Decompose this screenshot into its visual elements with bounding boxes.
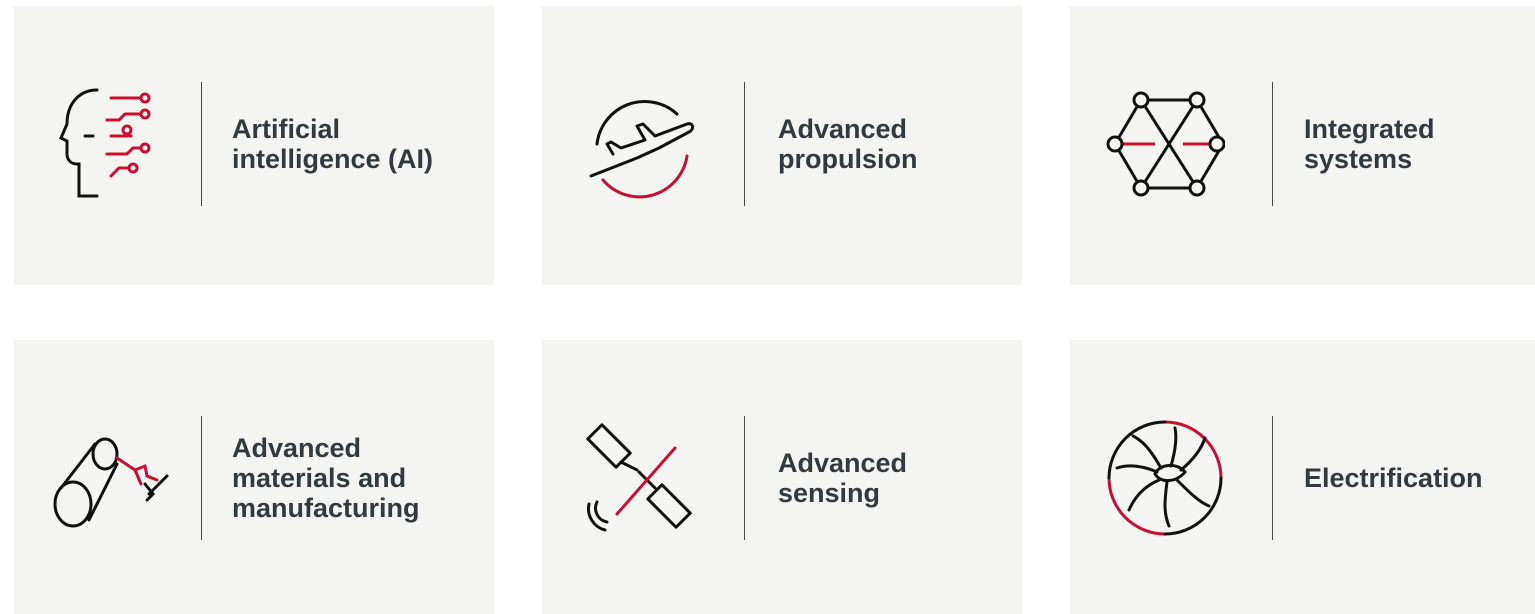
- tile-label: Advanced propulsion: [778, 114, 918, 174]
- tile-label: Advanced materials and manufacturing: [232, 433, 420, 523]
- tile-divider: [201, 82, 202, 206]
- tile-artificial-intelligence[interactable]: Artificial intelligence (AI): [14, 6, 494, 285]
- ai-head-icon: [49, 84, 169, 204]
- airplane-icon: [577, 84, 697, 204]
- tile-label: Advanced sensing: [778, 448, 908, 508]
- tile-advanced-materials-manufacturing[interactable]: Advanced materials and manufacturing: [14, 340, 494, 614]
- network-hexagon-icon: [1105, 84, 1225, 204]
- tile-advanced-sensing[interactable]: Advanced sensing: [542, 340, 1022, 614]
- tile-integrated-systems[interactable]: Integrated systems: [1070, 6, 1535, 285]
- tile-label: Artificial intelligence (AI): [232, 114, 434, 174]
- tile-divider: [744, 416, 745, 540]
- satellite-icon: [577, 418, 697, 538]
- robotic-arm-icon: [49, 414, 169, 534]
- tile-advanced-propulsion[interactable]: Advanced propulsion: [542, 6, 1022, 285]
- tile-label: Integrated systems: [1304, 114, 1435, 174]
- tile-electrification[interactable]: Electrification: [1070, 340, 1535, 614]
- tile-divider: [201, 416, 202, 540]
- tile-divider: [744, 82, 745, 206]
- turbine-fan-icon: [1105, 418, 1225, 538]
- tile-label: Electrification: [1304, 463, 1483, 493]
- tile-divider: [1272, 82, 1273, 206]
- tile-divider: [1272, 416, 1273, 540]
